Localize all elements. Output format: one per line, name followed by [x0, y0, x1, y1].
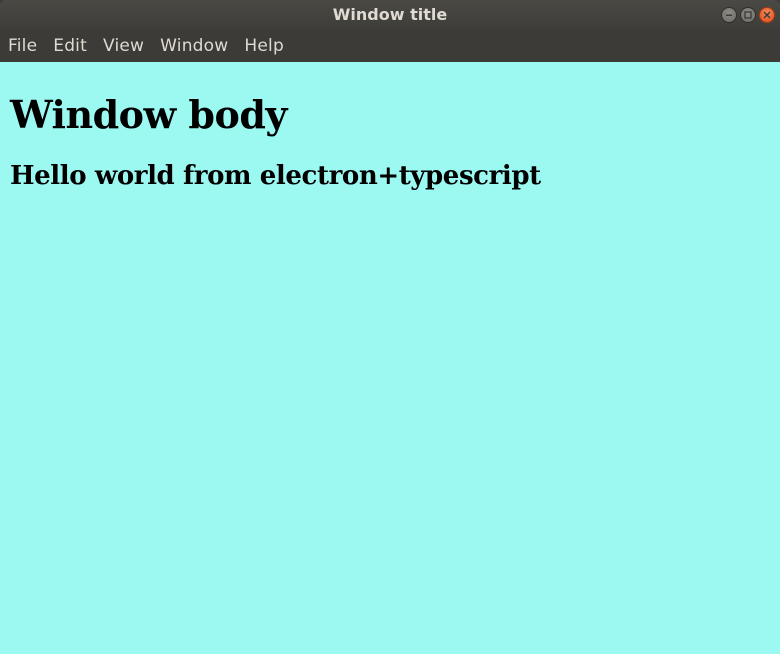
menu-help[interactable]: Help: [236, 30, 292, 62]
close-button[interactable]: [759, 7, 775, 23]
menu-file[interactable]: File: [0, 30, 45, 62]
window-body: Window body Hello world from electron+ty…: [0, 62, 780, 654]
minimize-button[interactable]: [721, 7, 737, 23]
window-controls: [721, 7, 775, 23]
minimize-icon: [726, 14, 732, 16]
app-window: Window title File Edit View Window Help …: [0, 0, 780, 654]
maximize-button[interactable]: [740, 7, 756, 23]
menu-window[interactable]: Window: [152, 30, 236, 62]
window-title: Window title: [332, 5, 448, 24]
page-subheading: Hello world from electron+typescript: [10, 161, 541, 191]
close-icon: [763, 11, 771, 19]
page-heading: Window body: [10, 92, 288, 137]
menu-edit[interactable]: Edit: [45, 30, 95, 62]
menu-view[interactable]: View: [95, 30, 152, 62]
maximize-icon: [744, 11, 752, 19]
menu-bar: File Edit View Window Help: [0, 30, 780, 62]
title-bar[interactable]: Window title: [0, 0, 780, 30]
